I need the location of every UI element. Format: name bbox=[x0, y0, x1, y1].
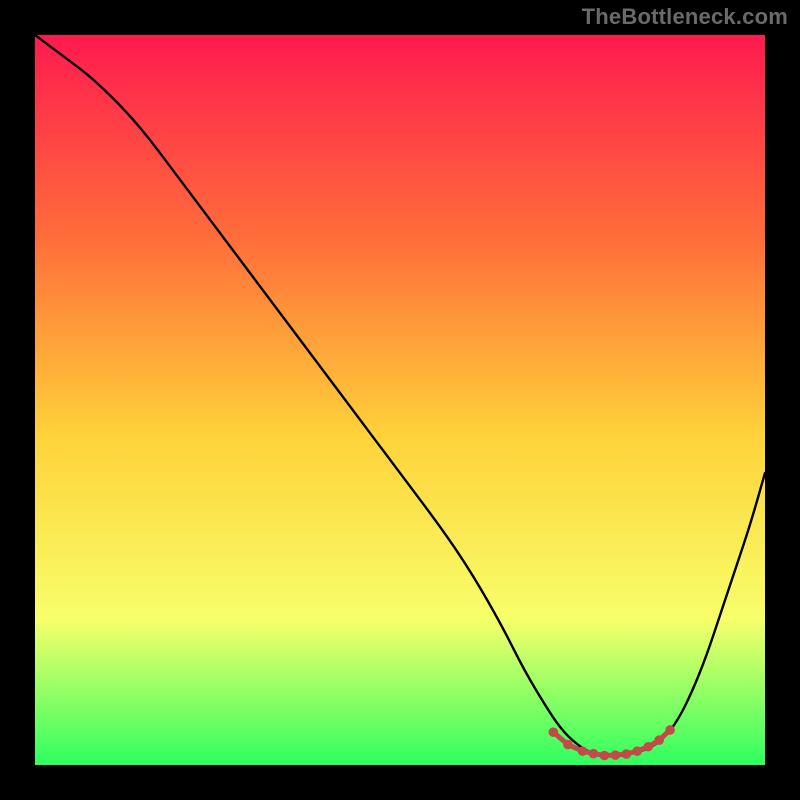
bottleneck-chart bbox=[35, 35, 765, 765]
optimal-range-marker bbox=[589, 749, 599, 759]
watermark-text: TheBottleneck.com bbox=[582, 4, 788, 30]
gradient-background bbox=[35, 35, 765, 765]
plot-area bbox=[35, 35, 765, 765]
optimal-range-marker bbox=[563, 740, 573, 750]
optimal-range-marker bbox=[600, 751, 610, 761]
optimal-range-marker bbox=[622, 749, 632, 759]
optimal-range-marker bbox=[632, 746, 642, 756]
optimal-range-marker bbox=[665, 725, 675, 735]
chart-frame: TheBottleneck.com bbox=[0, 0, 800, 800]
optimal-range-marker bbox=[643, 742, 653, 752]
optimal-range-marker bbox=[578, 746, 588, 756]
optimal-range-marker bbox=[611, 750, 621, 760]
optimal-range-marker bbox=[549, 727, 559, 737]
optimal-range-marker bbox=[654, 735, 664, 745]
